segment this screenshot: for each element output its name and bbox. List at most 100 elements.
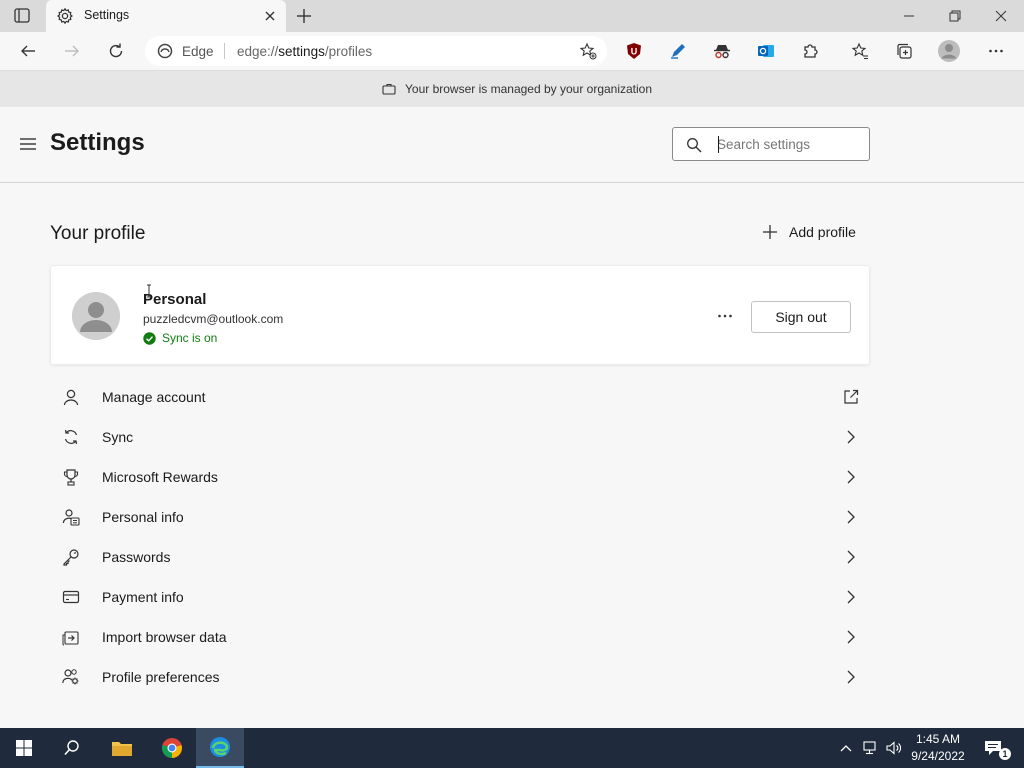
address-separator — [224, 43, 225, 59]
network-button[interactable] — [860, 728, 882, 768]
url-host: settings — [278, 44, 325, 59]
minimize-button[interactable] — [886, 0, 932, 32]
text-cursor-icon — [147, 284, 151, 298]
chevron-right-icon-wrap — [842, 588, 860, 606]
tab-settings[interactable]: Settings — [46, 0, 286, 32]
notification-count-badge: 1 — [999, 748, 1011, 760]
edge-label: Edge — [182, 44, 214, 59]
briefcase-icon — [382, 83, 396, 95]
restore-button[interactable] — [932, 0, 978, 32]
people-settings-icon — [62, 669, 79, 685]
chevron-right-icon — [847, 630, 855, 644]
profile-settings-list: Manage account Sync Microsoft Rewards Perso… — [50, 377, 870, 697]
managed-banner: Your browser is managed by your organiza… — [0, 70, 1024, 107]
address-bar[interactable]: Edge edge://settings/profiles — [145, 36, 607, 66]
arrow-left-icon — [21, 45, 35, 57]
plus-icon — [297, 9, 311, 23]
url-text[interactable]: edge://settings/profiles — [237, 44, 372, 59]
spy-extension-button[interactable] — [710, 39, 734, 63]
open-external-icon — [844, 389, 859, 404]
hamburger-menu-icon[interactable] — [19, 136, 37, 152]
sync-status-label: Sync is on — [162, 331, 218, 345]
tab-actions-icon — [14, 8, 30, 23]
start-button[interactable] — [0, 728, 48, 768]
restore-icon — [949, 10, 961, 22]
pen-extension-button[interactable] — [666, 39, 690, 63]
search-icon — [64, 740, 79, 756]
profile-button[interactable] — [937, 39, 961, 63]
outlook-extension-button[interactable] — [754, 39, 778, 63]
menu-item-profile-preferences[interactable]: Profile preferences — [50, 657, 870, 697]
settings-more-button[interactable] — [984, 39, 1008, 63]
text-caret — [718, 136, 719, 153]
avatar-icon — [72, 292, 120, 340]
contact-card-icon — [62, 509, 80, 526]
ublock-extension-button[interactable]: U — [622, 39, 646, 63]
forward-button[interactable] — [60, 39, 84, 63]
menu-item-passwords[interactable]: Passwords — [50, 537, 870, 577]
menu-item-label: Passwords — [102, 549, 171, 565]
close-window-button[interactable] — [978, 0, 1024, 32]
favorites-button[interactable] — [848, 39, 872, 63]
chevron-right-icon-wrap — [842, 548, 860, 566]
add-profile-button[interactable]: Add profile — [762, 224, 856, 240]
menu-item-personal-info[interactable]: Personal info — [50, 497, 870, 537]
tab-strip: Settings — [0, 0, 1024, 32]
chevron-right-icon — [847, 510, 855, 524]
back-button[interactable] — [16, 39, 40, 63]
edge-icon — [157, 43, 173, 59]
chevron-right-icon-wrap — [842, 428, 860, 446]
svg-text:U: U — [631, 47, 638, 57]
refresh-button[interactable] — [104, 39, 128, 63]
chevron-up-icon — [840, 745, 852, 752]
minimize-icon — [904, 15, 914, 17]
menu-item-label: Payment info — [102, 589, 184, 605]
menu-item-manage-account[interactable]: Manage account — [50, 377, 870, 417]
page-title: Settings — [50, 129, 145, 156]
managed-banner-text[interactable]: Your browser is managed by your organiza… — [405, 82, 652, 96]
url-path: /profiles — [324, 44, 373, 59]
collections-icon — [897, 43, 912, 59]
menu-item-label: Import browser data — [102, 629, 227, 645]
add-favorite-icon[interactable] — [579, 42, 597, 60]
chevron-right-icon — [847, 470, 855, 484]
clock-time: 1:45 AM — [915, 732, 961, 746]
taskbar-file-explorer[interactable] — [98, 728, 146, 768]
refresh-icon — [109, 43, 123, 58]
sign-out-button[interactable]: Sign out — [751, 301, 851, 333]
chevron-right-icon-wrap — [842, 628, 860, 646]
close-tab-icon[interactable] — [262, 8, 278, 24]
outlook-icon — [758, 45, 774, 57]
tab-actions-button[interactable] — [12, 7, 34, 25]
section-title-your-profile: Your profile — [50, 223, 146, 244]
search-icon — [687, 138, 702, 153]
menu-item-label: Microsoft Rewards — [102, 469, 218, 485]
show-hidden-icons-button[interactable] — [836, 728, 856, 768]
avatar — [72, 292, 120, 340]
menu-item-microsoft-rewards[interactable]: Microsoft Rewards — [50, 457, 870, 497]
taskbar-chrome[interactable] — [148, 728, 196, 768]
menu-item-sync[interactable]: Sync — [50, 417, 870, 457]
collections-button[interactable] — [892, 39, 916, 63]
close-icon — [995, 10, 1007, 22]
taskbar-edge[interactable] — [196, 728, 244, 768]
volume-button[interactable] — [884, 728, 904, 768]
search-settings-box[interactable] — [672, 127, 870, 161]
gear-icon — [57, 7, 73, 25]
chevron-right-icon-wrap — [842, 508, 860, 526]
menu-item-payment-info[interactable]: Payment info — [50, 577, 870, 617]
profile-more-button[interactable] — [713, 306, 737, 326]
extensions-button[interactable] — [799, 39, 823, 63]
search-settings-input[interactable] — [717, 134, 857, 154]
import-icon — [62, 631, 79, 646]
taskbar-clock[interactable]: 1:45 AM 9/24/2022 — [905, 731, 971, 765]
credit-card-icon — [62, 590, 80, 604]
menu-item-import-browser-data[interactable]: Import browser data — [50, 617, 870, 657]
incognito-icon — [714, 45, 730, 59]
chrome-icon — [162, 738, 182, 758]
ublock-icon: U — [627, 43, 641, 59]
chevron-right-icon — [847, 430, 855, 444]
more-horizontal-icon — [718, 314, 732, 318]
new-tab-button[interactable] — [294, 6, 314, 26]
taskbar-search-button[interactable] — [48, 728, 96, 768]
